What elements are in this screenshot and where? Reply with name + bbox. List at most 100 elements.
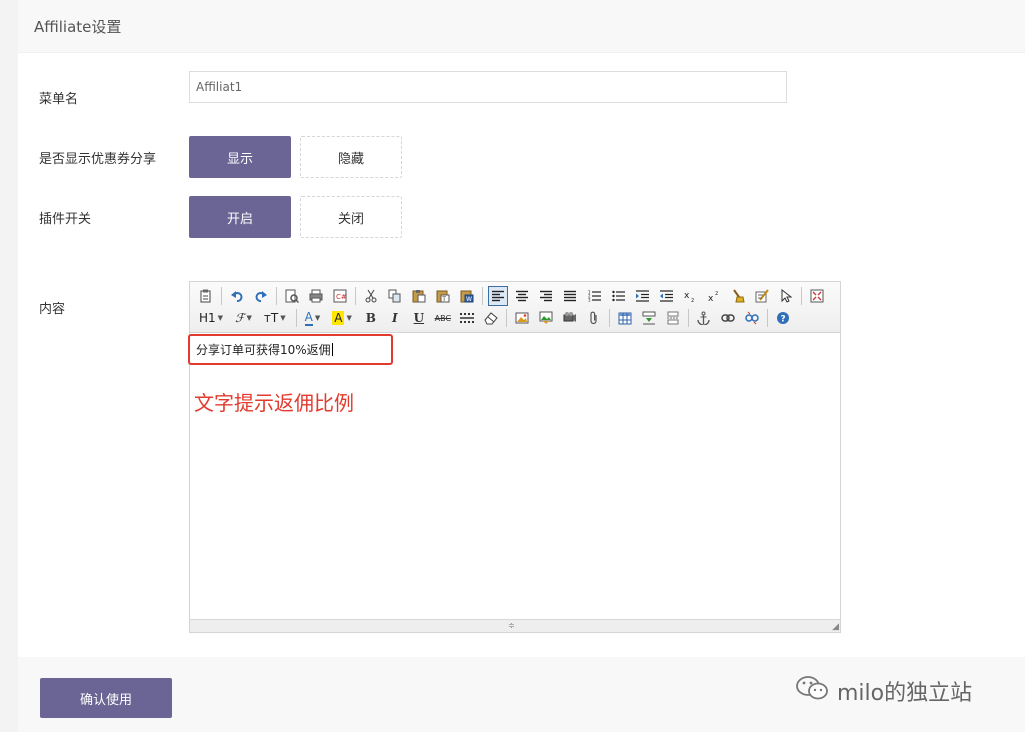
toolbar-separator — [276, 287, 277, 305]
attachment-icon[interactable] — [584, 308, 604, 328]
anchor-icon[interactable] — [694, 308, 714, 328]
show-coupon-share-label: 是否显示优惠券分享 — [39, 152, 157, 167]
chevron-down-icon: ▼ — [280, 314, 286, 322]
subscript-icon[interactable]: x2 — [680, 286, 700, 306]
editor-statusbar: ≑ ◢ — [190, 619, 840, 632]
content-label: 内容 — [39, 302, 66, 317]
unordered-list-icon[interactable] — [608, 286, 628, 306]
toolbar-separator — [295, 309, 297, 327]
chevron-down-icon: ▼ — [217, 314, 224, 322]
format-painter-icon[interactable] — [752, 286, 772, 306]
table-icon[interactable] — [615, 308, 635, 328]
show-button[interactable]: 显示 — [189, 136, 291, 178]
font-family-dropdown-label: ℱ — [235, 311, 245, 325]
indent-icon[interactable] — [632, 286, 652, 306]
toolbar-separator — [801, 287, 802, 305]
paste-text-icon[interactable]: T — [433, 286, 453, 306]
toolbar-separator — [687, 309, 689, 327]
ordered-list-icon[interactable]: 123 — [584, 286, 604, 306]
undo-icon[interactable] — [227, 286, 247, 306]
select-all-icon[interactable] — [776, 286, 796, 306]
bg-color-label: A — [332, 311, 345, 325]
editor-toolbar: C# T W 1 2 3 x 2 x 2 H1 ▼ ℱ ▼ ᴛT ▼ A ▼ A… — [190, 282, 840, 333]
watermark: milo的独立站 — [795, 675, 972, 707]
align-left-icon[interactable] — [488, 286, 508, 306]
toolbar-separator — [608, 309, 610, 327]
heading-dropdown[interactable]: H1 ▼ — [196, 308, 226, 328]
bold-button[interactable]: B — [361, 308, 381, 328]
svg-text:C#: C# — [336, 293, 347, 301]
toolbar-separator — [221, 287, 222, 305]
chevron-down-icon: ▼ — [346, 314, 352, 322]
link-icon[interactable] — [718, 308, 738, 328]
disable-button[interactable]: 关闭 — [300, 196, 402, 238]
insert-row-icon[interactable] — [639, 308, 659, 328]
svg-text:?: ? — [780, 315, 785, 325]
hide-button[interactable]: 隐藏 — [300, 136, 402, 178]
bg-color-dropdown[interactable]: A ▼ — [329, 308, 355, 328]
video-icon[interactable] — [560, 308, 580, 328]
fullscreen-icon[interactable] — [807, 286, 827, 306]
svg-text:W: W — [466, 296, 472, 303]
plugin-switch-label: 插件开关 — [39, 212, 92, 227]
corner-resize-icon[interactable]: ◢ — [832, 622, 839, 632]
redo-icon[interactable] — [251, 286, 271, 306]
toolbar-row-2: H1 ▼ ℱ ▼ ᴛT ▼ A ▼ A ▼ B I U ABC ? — [196, 307, 797, 329]
source-icon[interactable] — [196, 286, 216, 306]
affiliate-settings-card: Affiliate设置 菜单名 是否显示优惠券分享 显示 隐藏 插件开关 开启 … — [18, 0, 1025, 732]
chevron-down-icon: ▼ — [314, 314, 321, 322]
font-color-label: A — [304, 309, 313, 326]
page-break-icon[interactable] — [663, 308, 683, 328]
cut-icon[interactable] — [361, 286, 381, 306]
toolbar-separator — [505, 309, 507, 327]
svg-text:2: 2 — [691, 298, 694, 302]
horizontal-rule-icon[interactable] — [457, 308, 477, 328]
chevron-down-icon: ▼ — [246, 314, 252, 322]
preview-icon[interactable] — [282, 286, 302, 306]
svg-text:3: 3 — [588, 298, 591, 303]
paste-icon[interactable] — [409, 286, 429, 306]
align-justify-icon[interactable] — [560, 286, 580, 306]
menu-name-label: 菜单名 — [39, 92, 79, 107]
svg-text:x: x — [708, 294, 714, 302]
heading-dropdown-label: H1 — [199, 311, 216, 325]
svg-text:2: 2 — [715, 291, 718, 297]
card-header: Affiliate设置 — [18, 0, 1025, 53]
font-family-dropdown[interactable]: ℱ ▼ — [232, 308, 255, 328]
watermark-text: milo的独立站 — [837, 681, 973, 706]
svg-text:x: x — [684, 291, 690, 301]
superscript-icon[interactable]: x2 — [704, 286, 724, 306]
font-size-dropdown[interactable]: ᴛT ▼ — [261, 308, 289, 328]
align-right-icon[interactable] — [536, 286, 556, 306]
strikethrough-button[interactable]: ABC — [433, 308, 453, 328]
wechat-icon — [795, 675, 829, 707]
outdent-icon[interactable] — [656, 286, 676, 306]
paste-word-icon[interactable]: W — [457, 286, 477, 306]
help-icon[interactable]: ? — [773, 308, 793, 328]
toolbar-separator — [482, 287, 483, 305]
toolbar-row-1: C# T W 1 2 3 x 2 x 2 — [196, 285, 831, 307]
print-icon[interactable] — [306, 286, 326, 306]
toolbar-separator — [355, 287, 356, 305]
annotation-text: 文字提示返佣比例 — [194, 391, 354, 415]
font-color-dropdown[interactable]: A ▼ — [302, 308, 324, 328]
multi-image-icon[interactable] — [536, 308, 556, 328]
toolbar-separator — [766, 309, 768, 327]
editor-content-area[interactable]: 分享订单可获得10%返佣 — [190, 333, 840, 619]
copy-icon[interactable] — [385, 286, 405, 306]
eraser-icon[interactable] — [481, 308, 501, 328]
template-icon[interactable]: C# — [330, 286, 350, 306]
annotation-highlight-box — [188, 334, 393, 365]
enable-button[interactable]: 开启 — [189, 196, 291, 238]
image-icon[interactable] — [512, 308, 532, 328]
unlink-icon[interactable] — [742, 308, 762, 328]
resize-handle-icon[interactable]: ≑ — [508, 621, 515, 630]
svg-text:T: T — [441, 296, 446, 303]
confirm-use-button[interactable]: 确认使用 — [40, 678, 172, 718]
clear-format-icon[interactable] — [728, 286, 748, 306]
italic-button[interactable]: I — [385, 308, 405, 328]
font-size-dropdown-label: ᴛT — [263, 311, 279, 325]
menu-name-input[interactable] — [189, 71, 787, 103]
underline-button[interactable]: U — [409, 308, 429, 328]
align-center-icon[interactable] — [512, 286, 532, 306]
